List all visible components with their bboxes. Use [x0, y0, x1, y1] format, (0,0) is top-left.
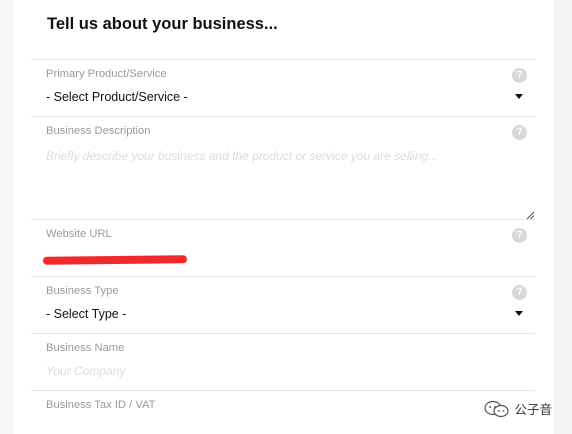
field-label: Business Type: [46, 285, 119, 297]
business-form-card: Tell us about your business... Primary P…: [31, 0, 535, 434]
help-icon[interactable]: ?: [512, 68, 527, 83]
field-label: Business Tax ID / VAT: [46, 399, 156, 411]
business-type-field[interactable]: Business Type ? - Select Type -: [31, 276, 535, 334]
field-label: Business Description: [46, 125, 151, 137]
business-description-field[interactable]: Business Description ? Briefly describe …: [31, 116, 535, 220]
caret-down-icon[interactable]: [515, 94, 523, 99]
page: Tell us about your business... Primary P…: [0, 0, 572, 434]
watermark: 公子音: [484, 399, 552, 418]
watermark-text: 公子音: [514, 403, 552, 417]
primary-product-select[interactable]: - Select Product/Service -: [46, 90, 188, 104]
resize-grip-icon[interactable]: [526, 211, 534, 219]
business-type-select[interactable]: - Select Type -: [46, 307, 126, 321]
help-icon[interactable]: ?: [512, 285, 527, 300]
right-gutter: [554, 0, 572, 434]
help-icon[interactable]: ?: [512, 228, 527, 243]
left-gutter: [0, 0, 14, 434]
field-label: Website URL: [46, 228, 112, 240]
field-label: Primary Product/Service: [46, 68, 167, 80]
website-url-field[interactable]: Website URL ?: [31, 219, 535, 277]
redaction-mark: [42, 255, 188, 265]
field-label: Business Name: [46, 342, 125, 354]
primary-product-field[interactable]: Primary Product/Service ? - Select Produ…: [31, 59, 535, 117]
business-name-input[interactable]: Your Company: [46, 364, 125, 378]
business-tax-id-field[interactable]: Business Tax ID / VAT: [31, 390, 535, 434]
form-title: Tell us about your business...: [47, 15, 278, 33]
wechat-logo-icon: [484, 400, 510, 417]
help-icon[interactable]: ?: [512, 125, 527, 140]
business-description-textarea[interactable]: Briefly describe your business and the p…: [46, 149, 438, 163]
caret-down-icon[interactable]: [515, 311, 523, 316]
business-name-field[interactable]: Business Name Your Company: [31, 333, 535, 391]
